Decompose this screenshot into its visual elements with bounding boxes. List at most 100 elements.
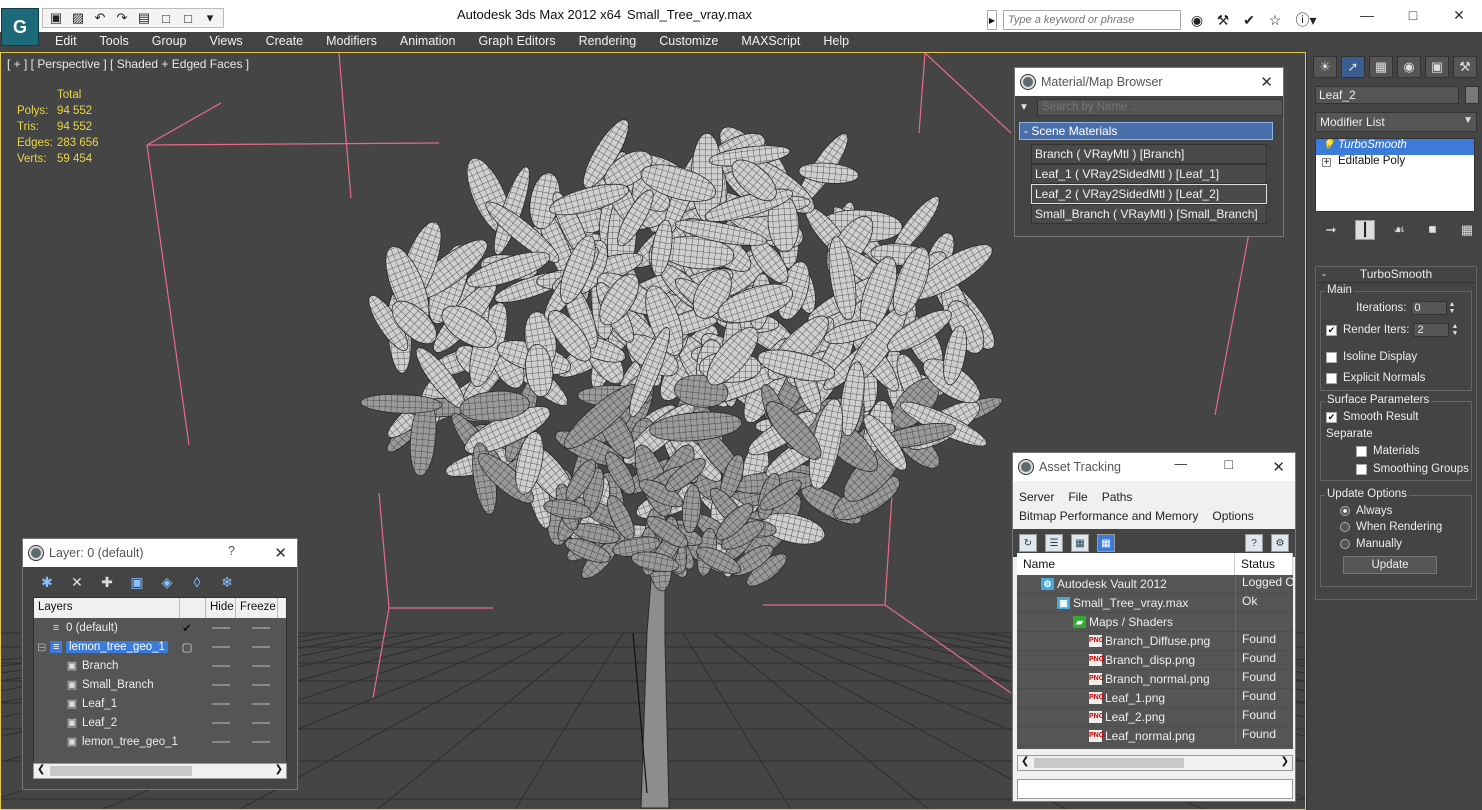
create-tab-icon[interactable]: ☀ <box>1313 56 1337 78</box>
render-iters-checkbox[interactable]: ✔ <box>1326 324 1337 336</box>
menu-group[interactable]: Group <box>152 32 187 52</box>
expand-plus-icon[interactable]: + <box>1322 158 1331 168</box>
add-to-layer-icon[interactable]: ✚ <box>97 572 117 592</box>
create-layer-icon[interactable]: ✱ <box>37 572 57 592</box>
hide-column-header[interactable]: Hide <box>206 598 236 618</box>
asset-menu-server[interactable]: Server <box>1019 490 1054 504</box>
current-layer-box-icon[interactable]: ▢ <box>180 640 194 654</box>
asset-menu-options[interactable]: Options <box>1212 509 1253 523</box>
hide-toggle[interactable] <box>212 684 230 686</box>
refresh-icon[interactable]: ↻ <box>1019 534 1037 552</box>
scroll-right-icon[interactable]: ❯ <box>275 764 283 775</box>
asset-row[interactable]: PNG Branch_normal.png Found <box>1017 670 1293 689</box>
asset-tracking-titlebar[interactable]: Asset Tracking — □ ✕ <box>1013 453 1295 481</box>
viewport-label[interactable]: [ + ] [ Perspective ] [ Shaded + Edged F… <box>7 57 249 71</box>
favorites-star-icon[interactable]: ☆ <box>1265 10 1285 30</box>
asset-row[interactable]: ⚙ Autodesk Vault 2012 Logged O <box>1017 575 1293 594</box>
redo-icon[interactable]: ↷ <box>113 10 131 26</box>
save-icon[interactable]: ▨ <box>69 10 87 26</box>
modifier-stack-item[interactable]: 💡 TurboSmooth <box>1316 139 1474 155</box>
hide-toggle[interactable] <box>212 646 230 648</box>
communication-icon[interactable]: ✔ <box>1239 10 1259 30</box>
hide-all-icon[interactable]: ◊ <box>187 572 207 592</box>
freeze-toggle[interactable] <box>252 646 270 648</box>
binoculars-icon[interactable]: ◉ <box>1187 10 1207 30</box>
horizontal-scrollbar[interactable]: ❮ ❯ <box>33 763 287 779</box>
asset-menu-file[interactable]: File <box>1068 490 1087 504</box>
material-search-input[interactable] <box>1036 98 1283 116</box>
render-iters-spinner[interactable]: 2 <box>1413 323 1450 337</box>
options-dropdown-icon[interactable]: ▼ <box>1019 102 1029 113</box>
material-browser-titlebar[interactable]: Material/Map Browser ✕ <box>1015 68 1283 96</box>
hide-toggle[interactable] <box>212 703 230 705</box>
asset-row[interactable]: ▰ Maps / Shaders <box>1017 613 1293 632</box>
menu-edit[interactable]: Edit <box>55 32 77 52</box>
menu-tools[interactable]: Tools <box>100 32 129 52</box>
asset-row[interactable]: PNG Branch_Diffuse.png Found <box>1017 632 1293 651</box>
layer-row[interactable]: ▣ Small_Branch <box>34 675 286 694</box>
iterations-spinner[interactable]: 0 <box>1410 301 1447 315</box>
isoline-checkbox[interactable] <box>1326 351 1337 363</box>
dropdown-icon[interactable]: ▾ <box>201 10 219 26</box>
menu-animation[interactable]: Animation <box>400 32 456 52</box>
spinner-arrows-icon[interactable]: ▲ ▼ <box>1451 323 1459 337</box>
make-unique-icon[interactable]: ☙ <box>1389 220 1409 240</box>
object-name-field[interactable]: Leaf_2 <box>1315 86 1459 104</box>
lightbulb-icon[interactable]: 💡 <box>1322 140 1334 151</box>
modifier-list-dropdown[interactable]: Modifier List ▼ <box>1315 112 1477 132</box>
layer-row[interactable]: ⊟ ≡ lemon_tree_geo_1 ▢ <box>34 637 286 656</box>
layer-row[interactable]: ▣ Leaf_1 <box>34 694 286 713</box>
maximize-icon[interactable]: □ <box>1390 0 1436 30</box>
asset-row[interactable]: PNG Branch_disp.png Found <box>1017 651 1293 670</box>
open-icon[interactable]: ▣ <box>47 10 65 26</box>
explicit-normals-checkbox[interactable] <box>1326 372 1337 384</box>
object-color-swatch[interactable] <box>1465 86 1479 104</box>
menu-help[interactable]: Help <box>823 32 849 52</box>
pin-stack-icon[interactable]: ➞ <box>1321 220 1341 240</box>
layer-row[interactable]: ▣ Leaf_2 <box>34 713 286 732</box>
configure-sets-icon[interactable]: ▦ <box>1457 220 1477 240</box>
asset-menu-paths[interactable]: Paths <box>1102 490 1133 504</box>
menu-modifiers[interactable]: Modifiers <box>326 32 377 52</box>
asset-menu-bitmap-performance-and-memory[interactable]: Bitmap Performance and Memory <box>1019 509 1198 523</box>
table-view-icon[interactable]: ▦ <box>1097 534 1115 552</box>
scroll-left-icon[interactable]: ❮ <box>37 764 45 775</box>
thumbnail-view-icon[interactable]: ▦ <box>1071 534 1089 552</box>
menu-rendering[interactable]: Rendering <box>579 32 637 52</box>
layers-column-header[interactable]: Layers <box>34 598 180 618</box>
hierarchy-tab-icon[interactable]: ▦ <box>1369 56 1393 78</box>
asset-row[interactable]: PNG Leaf_normal.png Found <box>1017 727 1293 746</box>
asset-row[interactable]: PNG Leaf_2.png Found <box>1017 708 1293 727</box>
scroll-thumb[interactable] <box>1034 758 1184 768</box>
layer-row[interactable]: ▣ lemon_tree_geo_1 <box>34 732 286 751</box>
name-column-header[interactable]: Name <box>1017 553 1235 575</box>
display-tab-icon[interactable]: ▣ <box>1425 56 1449 78</box>
show-end-result-icon[interactable]: ┃ <box>1355 220 1375 240</box>
close-icon[interactable]: ✕ <box>1260 73 1273 91</box>
help-question-icon[interactable]: ? <box>1245 534 1263 552</box>
freeze-toggle[interactable] <box>252 741 270 743</box>
select-objects-icon[interactable]: ▣ <box>127 572 147 592</box>
subscription-icon[interactable]: ⚒ <box>1213 10 1233 30</box>
undo-icon[interactable]: ↶ <box>91 10 109 26</box>
materials-checkbox[interactable] <box>1356 445 1367 457</box>
close-icon[interactable]: ✕ <box>274 544 287 562</box>
close-icon[interactable]: ✕ <box>1272 458 1285 476</box>
freeze-column-header[interactable]: Freeze <box>236 598 278 618</box>
menu-views[interactable]: Views <box>209 32 242 52</box>
when-rendering-radio[interactable] <box>1340 522 1350 532</box>
always-radio[interactable] <box>1340 506 1350 516</box>
menu-graph-editors[interactable]: Graph Editors <box>478 32 555 52</box>
help-icon[interactable]: ⓘ▾ <box>1291 10 1321 30</box>
asset-path-field[interactable] <box>1017 779 1293 799</box>
freeze-toggle[interactable] <box>252 703 270 705</box>
remove-modifier-icon[interactable]: ◽ <box>1423 220 1443 240</box>
keyword-search-input[interactable] <box>1003 10 1181 30</box>
smooth-result-checkbox[interactable]: ✔ <box>1326 411 1337 423</box>
layer-row[interactable]: ▣ Branch <box>34 656 286 675</box>
search-toggle-icon[interactable]: ▶ <box>987 10 997 30</box>
freeze-toggle[interactable] <box>252 627 270 629</box>
turbosmooth-rollout-title[interactable]: - TurboSmooth <box>1316 267 1476 283</box>
menu-customize[interactable]: Customize <box>659 32 718 52</box>
scroll-right-icon[interactable]: ❯ <box>1281 756 1289 767</box>
